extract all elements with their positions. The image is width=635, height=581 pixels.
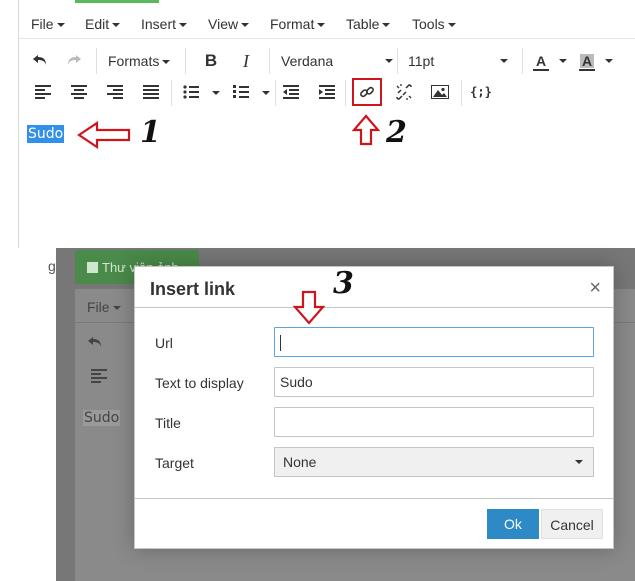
green-button-edge bbox=[75, 0, 159, 3]
font-size-dropdown[interactable]: 11pt bbox=[408, 53, 508, 69]
outdent-button[interactable] bbox=[281, 82, 301, 102]
insert-link-button[interactable] bbox=[352, 78, 382, 106]
toolbar-separator bbox=[461, 80, 462, 106]
annotation-arrow-down-icon bbox=[292, 290, 326, 325]
close-icon[interactable]: × bbox=[589, 277, 601, 300]
bullet-list-button[interactable] bbox=[181, 82, 201, 102]
image-icon bbox=[431, 85, 449, 99]
background-undo-icon bbox=[88, 337, 101, 347]
background-align-icon bbox=[91, 369, 107, 383]
toolbar-separator bbox=[522, 48, 523, 74]
cancel-button[interactable]: Cancel bbox=[541, 509, 603, 539]
menu-view[interactable]: View bbox=[208, 16, 250, 32]
annotation-number-3: 3 bbox=[333, 266, 354, 301]
menu-table[interactable]: Table bbox=[346, 16, 391, 32]
plus-icon bbox=[87, 262, 98, 273]
italic-button[interactable]: I bbox=[235, 50, 257, 72]
align-center-icon bbox=[71, 85, 87, 99]
text-color-caret-icon[interactable] bbox=[559, 59, 567, 63]
url-label: Url bbox=[155, 335, 173, 351]
annotation-number-2: 2 bbox=[386, 115, 407, 150]
selected-text[interactable]: Sudo bbox=[27, 125, 65, 143]
toolbar-row-2: {;} bbox=[19, 76, 635, 110]
bg-color-button[interactable]: A bbox=[576, 50, 598, 74]
menubar: File Edit Insert View Format Table Tools bbox=[19, 5, 635, 39]
toolbar-separator bbox=[269, 48, 270, 74]
bold-button[interactable]: B bbox=[200, 50, 222, 72]
background-menu-file: File bbox=[87, 299, 121, 315]
indent-button[interactable] bbox=[317, 82, 337, 102]
toolbar-separator bbox=[345, 80, 346, 106]
dialog-title: Insert link bbox=[150, 279, 236, 299]
title-input[interactable] bbox=[274, 407, 594, 437]
text-to-display-input[interactable]: Sudo bbox=[274, 367, 594, 397]
toolbar-row-1: Formats B I Verdana 11pt A A bbox=[19, 44, 635, 78]
annotation-number-1: 1 bbox=[140, 115, 161, 150]
remove-link-button[interactable] bbox=[393, 82, 415, 102]
link-icon bbox=[360, 86, 374, 98]
numbered-list-button[interactable] bbox=[231, 82, 251, 102]
toolbar-separator bbox=[275, 80, 276, 106]
align-left-button[interactable] bbox=[33, 82, 53, 102]
code-sample-button[interactable]: {;} bbox=[469, 82, 493, 102]
background-editor-text: Sudo bbox=[83, 410, 121, 426]
numbered-list-caret-icon[interactable] bbox=[262, 91, 270, 95]
bullet-list-icon bbox=[183, 85, 199, 99]
insert-link-dialog: Insert link × Url Text to display Sudo T… bbox=[134, 266, 614, 549]
toolbar-separator bbox=[397, 48, 398, 74]
outdent-icon bbox=[283, 85, 299, 99]
dialog-footer: Ok Cancel bbox=[135, 498, 613, 548]
text-to-display-label: Text to display bbox=[155, 375, 244, 391]
title-label: Title bbox=[155, 415, 181, 431]
background-text: g bbox=[48, 258, 56, 274]
menu-edit[interactable]: Edit bbox=[85, 16, 121, 32]
menu-insert[interactable]: Insert bbox=[141, 16, 188, 32]
formats-dropdown[interactable]: Formats bbox=[108, 53, 171, 69]
numbered-list-icon bbox=[233, 85, 249, 98]
unlink-icon bbox=[396, 84, 412, 100]
align-left-icon bbox=[35, 85, 51, 99]
bullet-list-caret-icon[interactable] bbox=[212, 91, 220, 95]
menu-format[interactable]: Format bbox=[270, 16, 326, 32]
align-center-button[interactable] bbox=[69, 82, 89, 102]
insert-image-button[interactable] bbox=[429, 82, 451, 102]
text-color-swatch bbox=[533, 68, 549, 71]
align-right-button[interactable] bbox=[105, 82, 125, 102]
align-justify-button[interactable] bbox=[141, 82, 161, 102]
menu-file[interactable]: File bbox=[31, 16, 65, 32]
indent-icon bbox=[319, 85, 335, 99]
text-color-button[interactable]: A bbox=[530, 50, 552, 74]
ok-button[interactable]: Ok bbox=[487, 509, 539, 539]
text-cursor bbox=[280, 335, 281, 352]
target-select[interactable]: None bbox=[274, 447, 594, 477]
align-right-icon bbox=[107, 85, 123, 99]
annotation-arrow-up-icon bbox=[352, 114, 380, 146]
undo-button[interactable] bbox=[29, 50, 51, 72]
bg-color-caret-icon[interactable] bbox=[605, 59, 613, 63]
align-justify-icon bbox=[143, 85, 159, 99]
url-input[interactable] bbox=[274, 327, 594, 357]
toolbar-separator bbox=[171, 80, 172, 106]
dialog-header: Insert link × bbox=[135, 267, 613, 308]
undo-icon bbox=[33, 55, 46, 65]
font-family-dropdown[interactable]: Verdana bbox=[281, 53, 393, 69]
redo-button[interactable] bbox=[63, 50, 85, 72]
chevron-down-icon bbox=[575, 460, 583, 464]
bg-color-swatch bbox=[579, 68, 595, 71]
redo-icon bbox=[68, 55, 81, 65]
toolbar-separator bbox=[185, 48, 186, 74]
annotation-arrow-left-icon bbox=[77, 121, 131, 149]
target-label: Target bbox=[155, 455, 194, 471]
toolbar-separator bbox=[96, 48, 97, 74]
menu-tools[interactable]: Tools bbox=[412, 16, 456, 32]
